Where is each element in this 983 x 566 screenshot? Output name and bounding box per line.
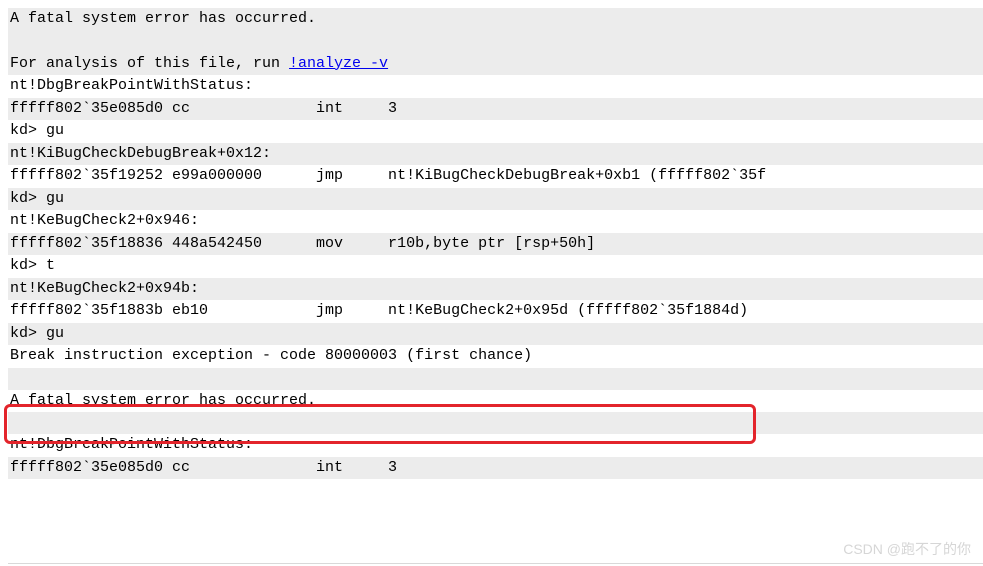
output-line: fffff802`35f19252 e99a000000 jmp nt!KiBu…: [8, 165, 983, 188]
prompt-line: kd> t: [8, 255, 983, 278]
output-line: fffff802`35f1883b eb10 jmp nt!KeBugCheck…: [8, 300, 983, 323]
bottom-separator: [8, 563, 983, 564]
output-line: A fatal system error has occurred.: [8, 8, 983, 31]
output-line-analyze: For analysis of this file, run !analyze …: [8, 53, 983, 76]
analyze-link[interactable]: !analyze -v: [289, 55, 388, 72]
analyze-prefix: For analysis of this file, run: [10, 55, 289, 72]
output-line: fffff802`35e085d0 cc int 3: [8, 98, 983, 121]
prompt-line: kd> gu: [8, 120, 983, 143]
output-line: fffff802`35f18836 448a542450 mov r10b,by…: [8, 233, 983, 256]
output-blank: [8, 412, 983, 434]
prompt-line: kd> gu: [8, 188, 983, 211]
output-blank: [8, 31, 983, 53]
output-line: nt!DbgBreakPointWithStatus:: [8, 75, 983, 98]
output-line: nt!DbgBreakPointWithStatus:: [8, 434, 983, 457]
output-line: nt!KeBugCheck2+0x94b:: [8, 278, 983, 301]
output-line: A fatal system error has occurred.: [8, 390, 983, 413]
watermark-text: CSDN @跑不了的你: [843, 539, 971, 560]
output-line: fffff802`35e085d0 cc int 3: [8, 457, 983, 480]
output-blank: [8, 368, 983, 390]
prompt-line: kd> gu: [8, 323, 983, 346]
output-line-highlighted: Break instruction exception - code 80000…: [8, 345, 983, 368]
output-line: nt!KeBugCheck2+0x946:: [8, 210, 983, 233]
output-line: nt!KiBugCheckDebugBreak+0x12:: [8, 143, 983, 166]
